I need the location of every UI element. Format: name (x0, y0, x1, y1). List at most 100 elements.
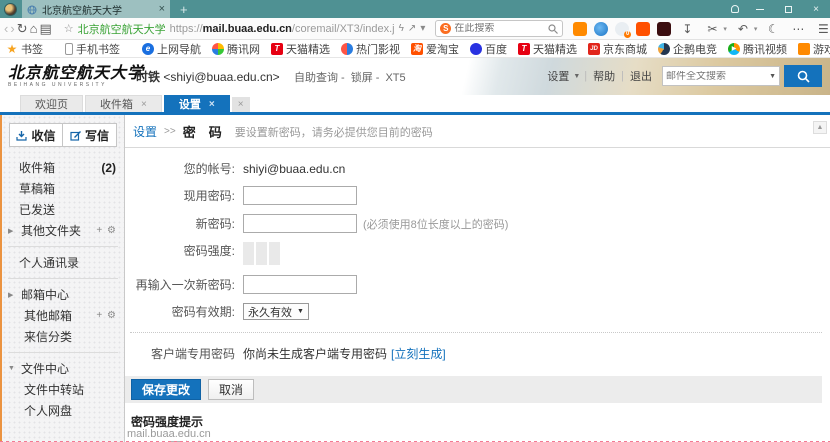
search-engine-icon[interactable]: S (440, 23, 451, 34)
tab-stub[interactable]: × (232, 97, 250, 112)
help-link[interactable]: 帮助 (593, 68, 615, 84)
night-mode-icon[interactable]: ☾ (764, 22, 782, 36)
sidebar-item-mail-center[interactable]: ▶ 邮箱中心 (2, 284, 124, 305)
url-dropdown-icon[interactable]: ▾ (420, 23, 425, 34)
bookmark-item[interactable]: 百度 (470, 41, 507, 57)
sidebar-item-other-folders[interactable]: ▶ 其他文件夹 +⚙ (2, 220, 124, 241)
settings-caret-icon[interactable]: ▼ (573, 73, 580, 80)
separator: - (341, 72, 345, 84)
browser-tab[interactable]: 北京航空航天大学 × (22, 0, 170, 18)
mail-search-button[interactable] (784, 65, 822, 87)
bookmark-item[interactable]: JD京东商城 (588, 41, 647, 57)
gear-icon[interactable]: ⚙ (107, 225, 116, 236)
mail-search-input[interactable] (666, 71, 769, 82)
sidebar-item-contacts[interactable]: 个人通讯录 (2, 252, 124, 273)
sidebar-item-inbox[interactable]: 收件箱(2) (2, 157, 124, 178)
page-action-lightning-icon[interactable]: ϟ (399, 23, 404, 34)
receive-mail-button[interactable]: 收信 (9, 123, 63, 147)
address-bar[interactable]: ☆ 北京航空航天大学 https://mail.buaa.edu.cn/core… (62, 21, 428, 37)
gear-icon[interactable]: ⚙ (107, 310, 116, 321)
new-tab-button[interactable]: + (180, 3, 188, 16)
sidebar-item-drafts[interactable]: 草稿箱 (2, 178, 124, 199)
sidebar-item-file-transfer[interactable]: 文件中转站 (2, 379, 124, 400)
chevron-down-icon[interactable]: ▼ (8, 365, 16, 372)
qq-extension-icon[interactable]: 0 (615, 22, 629, 36)
tab-welcome[interactable]: 欢迎页 (20, 95, 83, 112)
bookmark-item[interactable]: 游戏中心 (798, 41, 830, 57)
breadcrumb-settings-link[interactable]: 设置 (133, 123, 157, 140)
home-button[interactable]: ⌂ (30, 19, 38, 39)
bookmark-item[interactable]: 手机书签 (65, 41, 120, 57)
game-center-extension-icon[interactable] (573, 22, 587, 36)
lock-screen-link[interactable]: 锁屏 (351, 72, 373, 84)
url-text[interactable]: https://mail.buaa.edu.cn/coremail/XT3/in… (170, 23, 395, 35)
logout-link[interactable]: 退出 (630, 68, 652, 84)
current-password-input[interactable] (243, 186, 357, 205)
new-password-input[interactable] (243, 214, 357, 233)
bird-extension-icon[interactable] (594, 22, 608, 36)
tab-inbox[interactable]: 收件箱× (85, 95, 162, 112)
sidebar-item-netdisk[interactable]: 个人网盘 (2, 400, 124, 421)
browser-search-box[interactable]: S (435, 20, 563, 37)
reader-extension-icon[interactable] (657, 22, 671, 36)
downloads-icon[interactable]: ↧ (678, 22, 696, 36)
bookmark-item[interactable]: T天猫精选 (518, 41, 577, 57)
sidebar-item-file-center[interactable]: ▼ 文件中心 (2, 358, 124, 379)
browser-search-input[interactable] (454, 23, 545, 34)
sidebar-item-sent[interactable]: 已发送 (2, 199, 124, 220)
bookmark-item[interactable]: ▶腾讯视频 (728, 41, 787, 57)
bookmark-item[interactable]: 企鹅电竞 (658, 41, 717, 57)
restore-button[interactable] (774, 0, 802, 18)
xt5-link[interactable]: XT5 (385, 72, 405, 84)
save-changes-button[interactable]: 保存更改 (131, 379, 201, 400)
tab-close-icon[interactable]: × (141, 99, 147, 110)
overflow-menu-icon[interactable]: ⋯ (789, 22, 807, 36)
add-folder-icon[interactable]: + (96, 225, 102, 236)
cancel-button[interactable]: 取消 (208, 379, 254, 400)
chevron-right-icon[interactable]: ▶ (8, 291, 16, 299)
add-account-icon[interactable]: + (96, 310, 102, 321)
tab-settings[interactable]: 设置× (164, 95, 230, 112)
settings-link[interactable]: 设置 (547, 68, 569, 84)
minimize-button[interactable] (746, 0, 774, 18)
forward-button[interactable]: › (10, 19, 14, 39)
self-service-link[interactable]: 自助查询 (294, 72, 338, 84)
tab-close-icon[interactable]: × (209, 99, 215, 110)
menu-icon[interactable]: ☰ (814, 22, 830, 36)
search-scope-caret-icon[interactable]: ▼ (769, 73, 776, 80)
bookmark-item[interactable]: ★书签 (6, 41, 43, 57)
strength-block (256, 242, 267, 265)
bookmark-item[interactable]: 热门影视 (341, 41, 400, 57)
bookmark-item[interactable]: 淘爱淘宝 (411, 41, 459, 57)
bookmark-star-icon[interactable]: ☆ (64, 22, 74, 35)
validity-select[interactable]: 永久有效 ▼ (243, 303, 309, 320)
reload-button[interactable]: ↻ (17, 19, 28, 39)
compose-mail-button[interactable]: 写信 (63, 123, 117, 147)
bookmark-item[interactable]: 腾讯网 (212, 41, 260, 57)
profile-icon[interactable] (724, 0, 746, 18)
scissors-caret-icon[interactable]: ▾ (723, 25, 727, 33)
password-form: 您的帐号: shiyi@buaa.edu.cn 现用密码: 新密码: (必须使用… (125, 148, 830, 442)
chevron-right-icon[interactable]: ▶ (8, 227, 16, 235)
search-icon[interactable] (548, 24, 558, 34)
site-identity[interactable]: 北京航空航天大学 (78, 21, 166, 37)
undo-caret-icon[interactable]: ▾ (754, 25, 758, 33)
sidebar-item-mail-classify[interactable]: 来信分类 (2, 326, 124, 347)
scroll-up-arrow[interactable]: ▲ (813, 121, 827, 134)
sidebar-item-other-accounts[interactable]: 其他邮箱 +⚙ (2, 305, 124, 326)
mail-search-box[interactable]: ▼ (662, 66, 780, 86)
library-button[interactable]: ▤ (39, 19, 51, 39)
bookmark-item[interactable]: T天猫精选 (271, 41, 330, 57)
back-button[interactable]: ‹ (4, 19, 8, 39)
browser-logo-icon[interactable] (4, 3, 17, 16)
screenshot-scissors-icon[interactable]: ✂ (703, 22, 721, 36)
history-undo-icon[interactable]: ↶ (734, 22, 752, 36)
page-action-share-icon[interactable]: ↗ (408, 23, 416, 34)
status-bar-text: mail.buaa.edu.cn (127, 428, 211, 440)
shopping-extension-icon[interactable] (636, 22, 650, 36)
bookmark-item[interactable]: e上网导航 (142, 41, 201, 57)
repeat-password-input[interactable] (243, 275, 357, 294)
generate-now-link[interactable]: [立刻生成] (391, 345, 446, 362)
close-button[interactable]: × (802, 0, 830, 18)
tab-close-icon[interactable]: × (159, 3, 165, 15)
